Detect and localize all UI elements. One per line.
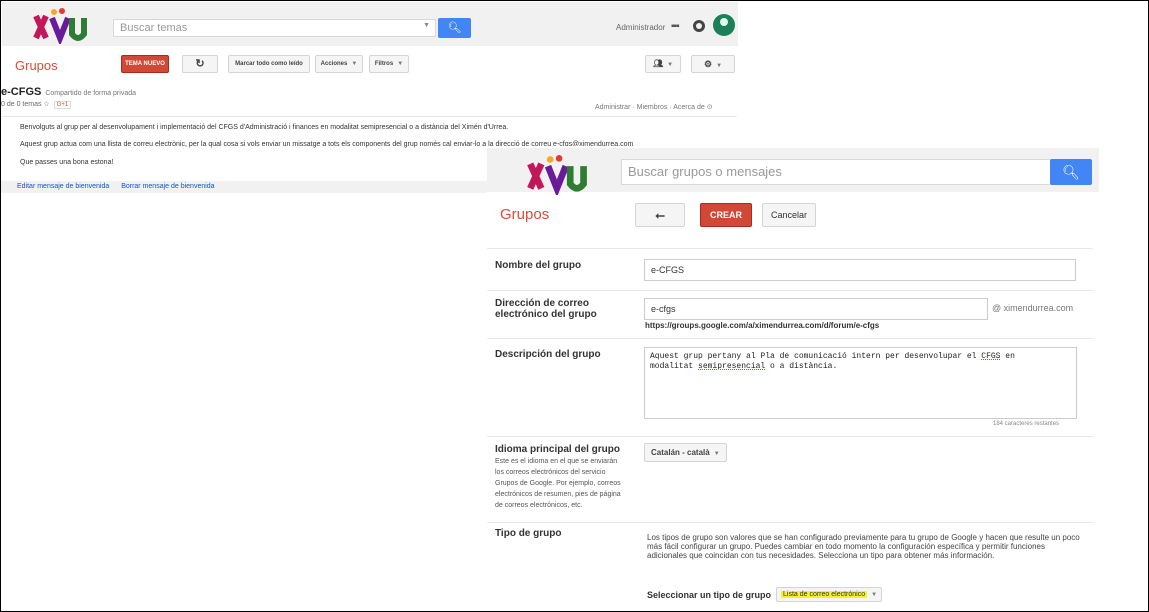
group-name-label: Nombre del grupo bbox=[495, 260, 582, 271]
email-domain-suffix: @ ximendurrea.com bbox=[992, 303, 1074, 313]
back-button[interactable]: ⭠ bbox=[635, 203, 685, 227]
divider bbox=[487, 290, 1093, 291]
arrow-left-icon: ⭠ bbox=[655, 208, 665, 222]
gear-icon: ⚙ bbox=[703, 59, 713, 69]
filters-label: Filtros bbox=[374, 61, 394, 67]
group-privacy: Compartido de forma privada bbox=[45, 90, 136, 97]
members-menu-button[interactable]: 👥︎ ▼ bbox=[645, 55, 681, 73]
divider bbox=[487, 338, 1093, 339]
group-links: Administrar · Miembros · Acerca de ⊙ bbox=[595, 104, 713, 111]
new-topic-button[interactable]: TEMA NUEVO bbox=[121, 55, 169, 73]
group-type-value: Lista de correo electrónico bbox=[781, 591, 868, 598]
welcome-line: Que passes una bona estona! bbox=[20, 159, 114, 166]
group-language-label: Idioma principal del grupo bbox=[495, 444, 621, 455]
avatar[interactable] bbox=[713, 14, 735, 36]
group-email-input[interactable]: e-cfgs bbox=[644, 298, 988, 320]
actions-dropdown[interactable]: Acciones ▼ bbox=[315, 55, 363, 73]
apps-grid-icon[interactable]: ▪▪▪ bbox=[671, 21, 680, 32]
star-icon[interactable]: ☆ bbox=[43, 101, 49, 108]
gplus-button[interactable]: G+1 bbox=[53, 101, 72, 109]
edit-welcome-link[interactable]: Editar mensaje de bienvenida bbox=[17, 183, 109, 190]
group-name-input[interactable]: e-CFGS bbox=[644, 259, 1076, 281]
admin-link[interactable]: Administrar bbox=[595, 104, 630, 111]
group-type-description: Los tipos de grupo son valores que se ha… bbox=[647, 533, 1080, 560]
description-text: o a distància. bbox=[765, 362, 838, 371]
group-email-value: e-cfgs bbox=[651, 304, 676, 314]
group-type-label: Tipo de grupo bbox=[495, 528, 562, 539]
topic-count-text: 0 de 0 temas bbox=[1, 101, 42, 108]
cancel-button[interactable]: Cancelar bbox=[762, 203, 816, 227]
group-url: https://groups.google.com/a/ximendurrea.… bbox=[645, 321, 880, 330]
group-name-value: e-CFGS bbox=[651, 265, 685, 275]
mark-all-read-button[interactable]: Marcar todo como leído bbox=[228, 55, 310, 73]
refresh-button[interactable]: ↻ bbox=[182, 55, 218, 73]
divider bbox=[487, 522, 1093, 523]
divider bbox=[487, 436, 1093, 437]
welcome-line: Benvolguts al grup per al desenvolupamen… bbox=[20, 124, 509, 131]
characters-remaining: 184 caracteres restantes bbox=[993, 421, 1060, 427]
members-link[interactable]: Miembros bbox=[637, 104, 668, 111]
group-type-dropdown[interactable]: Lista de correo electrónico ▼ bbox=[776, 587, 883, 602]
group-title: e-CFGS Compartido de forma privada bbox=[1, 86, 136, 98]
school-logo-icon[interactable] bbox=[523, 155, 593, 195]
language-value: Catalán - català bbox=[651, 448, 710, 457]
overlay-brand-title[interactable]: Grupos bbox=[500, 206, 549, 223]
background-top-bar: Buscar temas ▼ 🔍︎ Administrador ▪▪▪ bbox=[2, 2, 738, 46]
spellcheck-word: CFGS bbox=[981, 352, 1001, 361]
screenshot-frame: Buscar temas ▼ 🔍︎ Administrador ▪▪▪ Grup… bbox=[0, 0, 1149, 612]
group-language-hint: Este es el idioma en el que se enviarán … bbox=[495, 458, 621, 509]
group-email-label: Dirección de correo electrónico del grup… bbox=[495, 298, 597, 320]
about-link[interactable]: Acerca de bbox=[673, 104, 705, 111]
filters-dropdown[interactable]: Filtros ▼ bbox=[369, 55, 409, 73]
group-type-select-label: Seleccionar un tipo de grupo bbox=[647, 590, 772, 600]
background-search-button[interactable]: 🔍︎ bbox=[438, 18, 471, 38]
background-search-input[interactable]: Buscar temas ▼ bbox=[113, 19, 436, 37]
settings-menu-button[interactable]: ⚙ ▼ bbox=[691, 55, 735, 73]
overlay-search-placeholder: Buscar grupos o mensajes bbox=[628, 164, 782, 179]
chevron-down-icon: ▼ bbox=[423, 22, 430, 29]
chevron-down-icon: ▼ bbox=[716, 63, 723, 69]
topic-count: 0 de 0 temas ☆ G+1 bbox=[1, 100, 72, 109]
chevron-down-icon: ▼ bbox=[397, 61, 404, 67]
language-dropdown[interactable]: Catalán - català ▼ bbox=[644, 443, 727, 462]
description-text: Aquest grup pertany al Pla de comunicaci… bbox=[650, 352, 982, 361]
search-icon: 🔍︎ bbox=[1062, 164, 1080, 180]
spellcheck-word: semipresencial bbox=[698, 362, 766, 371]
create-group-panel: Buscar grupos o mensajes 🔍︎ Grupos ⭠ CRE… bbox=[487, 146, 1099, 611]
chevron-down-icon: ▼ bbox=[351, 61, 358, 67]
refresh-icon: ↻ bbox=[195, 58, 205, 70]
school-logo-icon[interactable] bbox=[32, 8, 90, 44]
notifications-icon[interactable] bbox=[693, 20, 705, 32]
overlay-search-button[interactable]: 🔍︎ bbox=[1050, 159, 1092, 185]
create-button[interactable]: CREAR bbox=[700, 203, 752, 227]
user-label[interactable]: Administrador bbox=[616, 23, 665, 32]
group-description-label: Descripción del grupo bbox=[495, 349, 601, 360]
chevron-down-circle-icon[interactable]: ⊙ bbox=[707, 104, 713, 111]
chevron-down-icon: ▼ bbox=[667, 62, 674, 68]
delete-welcome-link[interactable]: Borrar mensaje de bienvenida bbox=[121, 183, 214, 190]
divider bbox=[487, 248, 1093, 249]
group-name: e-CFGS bbox=[1, 86, 42, 98]
actions-label: Acciones bbox=[320, 61, 348, 67]
people-icon: 👥︎ bbox=[652, 59, 664, 68]
group-description-textarea[interactable]: Aquest grup pertany al Pla de comunicaci… bbox=[644, 347, 1077, 419]
overlay-search-input[interactable]: Buscar grupos o mensajes bbox=[621, 159, 1051, 185]
divider bbox=[1, 116, 737, 117]
chevron-down-icon: ▼ bbox=[871, 592, 878, 598]
background-brand-title[interactable]: Grupos bbox=[15, 58, 58, 73]
background-search-placeholder: Buscar temas bbox=[120, 22, 188, 34]
chevron-down-icon: ▼ bbox=[713, 451, 720, 457]
search-icon: 🔍︎ bbox=[447, 22, 462, 34]
